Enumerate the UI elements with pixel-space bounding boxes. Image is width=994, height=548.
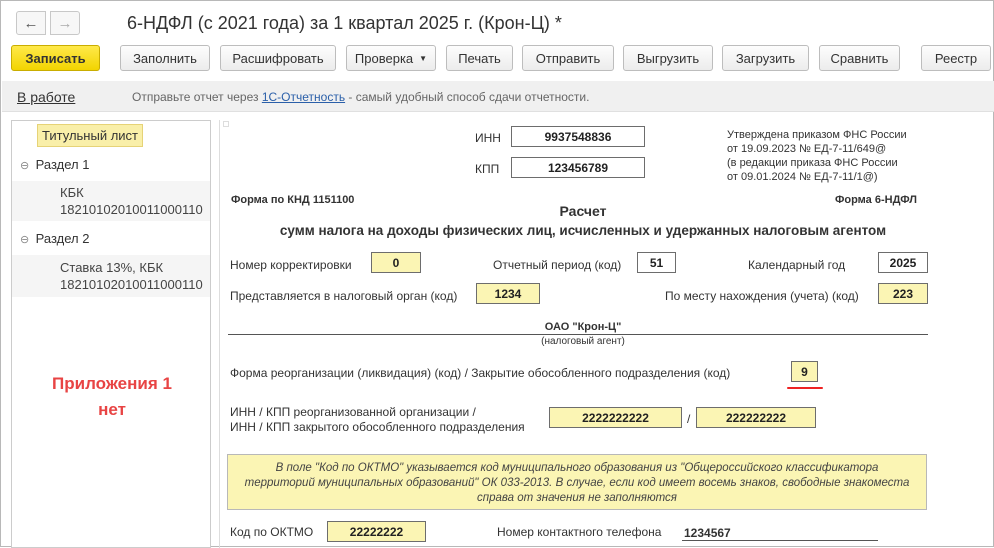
reorg-field[interactable]: 9: [791, 361, 818, 382]
reorg-inn-field[interactable]: 2222222222: [549, 407, 682, 428]
correction-field[interactable]: 0: [371, 252, 421, 273]
app-window: ← → 6-НДФЛ (с 2021 года) за 1 квартал 20…: [0, 0, 994, 548]
check-button-label: Проверка: [354, 50, 414, 66]
reorg-label: Форма реорганизации (ликвидация) (код) /…: [230, 366, 731, 380]
year-label: Календарный год: [748, 258, 846, 272]
oktmo-hint-note: В поле "Код по ОКТМО" указывается код му…: [227, 454, 927, 510]
kpp-field[interactable]: 123456789: [511, 157, 645, 178]
tree-sub-value: 18210102010011000110: [60, 202, 203, 217]
back-button[interactable]: ←: [16, 11, 46, 35]
agent-caption: (налоговый агент): [541, 336, 625, 347]
arrow-right-icon: →: [57, 14, 73, 32]
import-button[interactable]: Загрузить: [722, 45, 809, 71]
form-divider: [219, 120, 220, 548]
tree-item-section-1-kbk[interactable]: КБК 18210102010011000110: [12, 181, 210, 221]
slash-separator: /: [687, 412, 691, 426]
kpp-label: КПП: [475, 162, 500, 176]
phone-label: Номер контактного телефона: [497, 525, 662, 539]
correction-label: Номер корректировки: [230, 258, 352, 272]
report-form: ИНН 9937548836 КПП 123456789 Утверждена …: [219, 120, 994, 548]
arrow-left-icon: ←: [23, 14, 39, 32]
phone-field[interactable]: 1234567: [684, 526, 731, 540]
tax-office-field[interactable]: 1234: [476, 283, 540, 304]
approval-line: (в редакции приказа ФНС России: [727, 157, 898, 169]
location-field[interactable]: 223: [878, 283, 928, 304]
compare-button[interactable]: Сравнить: [819, 45, 900, 71]
form-heading: Расчет: [559, 203, 607, 219]
decode-button[interactable]: Расшифровать: [220, 45, 336, 71]
send-button[interactable]: Отправить: [522, 45, 614, 71]
reorg-inn-label: ИНН / КПП реорганизованной организации /…: [230, 405, 525, 435]
reorg-inn-label-line2: ИНН / КПП закрытого обособленного подраз…: [230, 420, 525, 434]
save-button[interactable]: Записать: [11, 45, 100, 71]
title-bar: ← → 6-НДФЛ (с 2021 года) за 1 квартал 20…: [1, 1, 993, 41]
period-field[interactable]: 51: [637, 252, 676, 273]
appendix-annotation: Приложения 1 нет: [22, 371, 202, 423]
tree-sub-label: КБК: [60, 185, 84, 200]
reporting-link[interactable]: 1С-Отчетность: [262, 90, 345, 104]
period-label: Отчетный период (код): [493, 258, 622, 272]
inn-label: ИНН: [475, 131, 501, 145]
agent-name[interactable]: ОАО "Крон-Ц": [219, 321, 947, 333]
approval-line: от 19.09.2023 № ЕД-7-11/649@: [727, 143, 887, 155]
page-title: 6-НДФЛ (с 2021 года) за 1 квартал 2025 г…: [127, 13, 562, 33]
export-button[interactable]: Выгрузить: [623, 45, 713, 71]
tree-item-title-page[interactable]: Титульный лист: [37, 124, 144, 147]
fill-button[interactable]: Заполнить: [120, 45, 210, 71]
appendix-annotation-line1: Приложения 1: [52, 374, 172, 393]
form-corner-marker: [223, 121, 229, 127]
phone-underline: [682, 540, 878, 541]
tax-office-label: Представляется в налоговый орган (код): [230, 289, 458, 303]
tree-item-section-2-label: Раздел 2: [35, 231, 90, 246]
toolbar: Записать Заполнить Расшифровать Проверка…: [1, 45, 993, 73]
tree-sub-value: 18210102010011000110: [60, 277, 203, 292]
inn-field[interactable]: 9937548836: [511, 126, 645, 147]
tree-item-section-2-kbk[interactable]: Ставка 13%, КБК 18210102010011000110: [12, 255, 210, 297]
year-field[interactable]: 2025: [878, 252, 928, 273]
location-label: По месту нахождения (учета) (код): [665, 289, 859, 303]
reorg-kpp-field[interactable]: 222222222: [696, 407, 816, 428]
reorg-inn-label-line1: ИНН / КПП реорганизованной организации /: [230, 405, 476, 419]
info-text-after: - самый удобный способ сдачи отчетности.: [345, 90, 590, 104]
info-text-before: Отправьте отчет через: [132, 90, 262, 104]
approval-line: Утверждена приказом ФНС России: [727, 129, 907, 141]
tree-item-section-2[interactable]: ⊖ Раздел 2: [20, 231, 89, 246]
sections-tree: Титульный лист ⊖ Раздел 1 КБК 1821010201…: [11, 120, 211, 548]
red-underline-mark: [787, 387, 823, 389]
tree-item-section-1-label: Раздел 1: [35, 157, 90, 172]
tree-item-section-1[interactable]: ⊖ Раздел 1: [20, 157, 89, 172]
collapse-icon[interactable]: ⊖: [20, 159, 32, 172]
forward-button[interactable]: →: [50, 11, 80, 35]
registry-button[interactable]: Реестр: [921, 45, 991, 71]
oktmo-field[interactable]: 22222222: [327, 521, 426, 542]
info-bar: В работе Отправьте отчет через 1С-Отчетн…: [2, 81, 994, 112]
approval-line: от 09.01.2024 № ЕД-7-11/1@): [727, 171, 878, 183]
check-dropdown-button[interactable]: Проверка ▼: [346, 45, 436, 71]
approval-text: Утверждена приказом ФНС России от 19.09.…: [727, 128, 907, 184]
info-message: Отправьте отчет через 1С-Отчетность - са…: [132, 90, 589, 104]
caret-down-icon: ▼: [419, 53, 428, 63]
collapse-icon[interactable]: ⊖: [20, 233, 32, 246]
oktmo-label: Код по ОКТМО: [230, 525, 314, 539]
appendix-annotation-line2: нет: [98, 400, 126, 419]
print-button[interactable]: Печать: [446, 45, 513, 71]
tree-sub-label: Ставка 13%, КБК: [60, 260, 164, 275]
form-subheading: сумм налога на доходы физических лиц, ис…: [279, 223, 887, 238]
status-link[interactable]: В работе: [17, 89, 75, 105]
